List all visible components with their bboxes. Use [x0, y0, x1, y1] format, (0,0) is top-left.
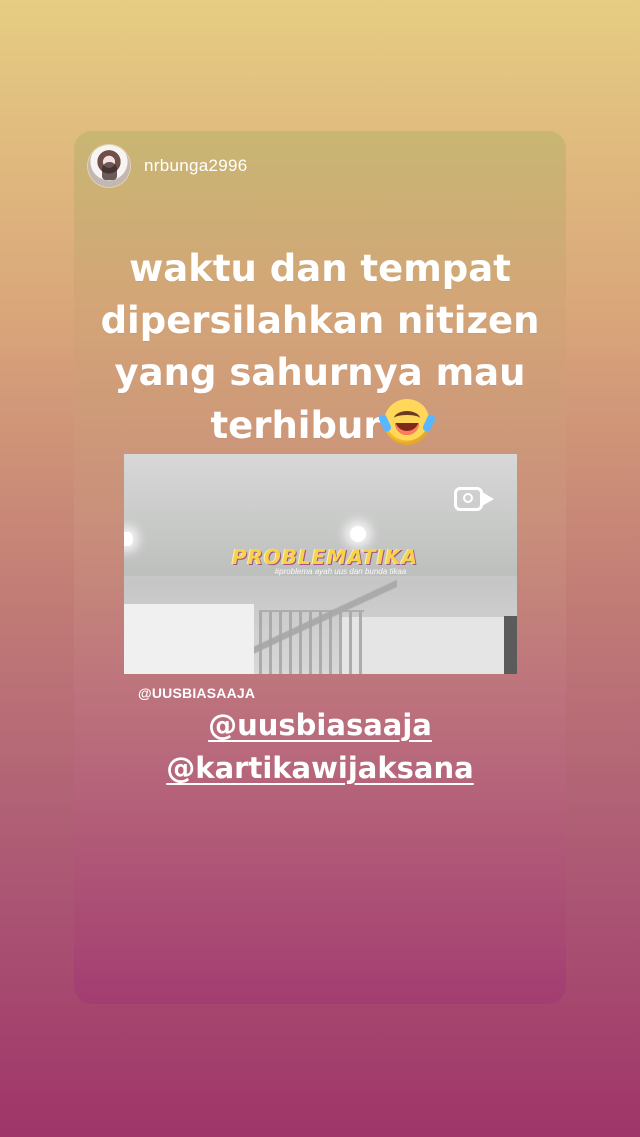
right-tear-icon: [421, 413, 436, 433]
caption-line: waktu dan tempat: [129, 247, 511, 290]
mention-uusbiasaaja[interactable]: @uusbiasaaja: [74, 704, 566, 747]
video-logo: PROBLEMATIKA: [231, 545, 419, 569]
story-card: nrbunga2996 waktu dan tempat dipersilahk…: [74, 131, 566, 1004]
story-author[interactable]: nrbunga2996: [88, 145, 248, 187]
ceiling-light: [124, 532, 133, 546]
profile-avatar[interactable]: [88, 145, 130, 187]
story-username[interactable]: nrbunga2996: [144, 156, 248, 176]
story-caption: waktu dan tempat dipersilahkan nitizen y…: [74, 243, 566, 452]
caption-line-text: terhibur: [210, 404, 382, 447]
caption-line: yang sahurnya mau: [114, 351, 526, 394]
caption-line-last: terhibur: [74, 399, 566, 452]
caption-line: dipersilahkan nitizen: [100, 299, 540, 342]
camera-side: [482, 492, 494, 506]
door-edge: [504, 616, 517, 674]
right-wall: [339, 617, 517, 674]
stair-railing: [259, 610, 364, 674]
small-mention-tag[interactable]: @UUSBIASAAJA: [138, 685, 255, 701]
tears-of-joy-icon: [377, 399, 436, 445]
camera-lens: [463, 493, 473, 503]
ceiling-light: [350, 526, 366, 542]
camera-video-icon[interactable]: [454, 485, 496, 513]
mentions-list: @uusbiasaaja @kartikawijaksana: [74, 704, 566, 790]
video-preview[interactable]: PROBLEMATIKA #problema ayah uus dan bund…: [124, 454, 517, 674]
left-wall: [124, 604, 254, 674]
video-logo-subtitle: #problema ayah uus dan bunda tikaa: [274, 567, 407, 576]
mention-kartikawijaksana[interactable]: @kartikawijaksana: [74, 747, 566, 790]
